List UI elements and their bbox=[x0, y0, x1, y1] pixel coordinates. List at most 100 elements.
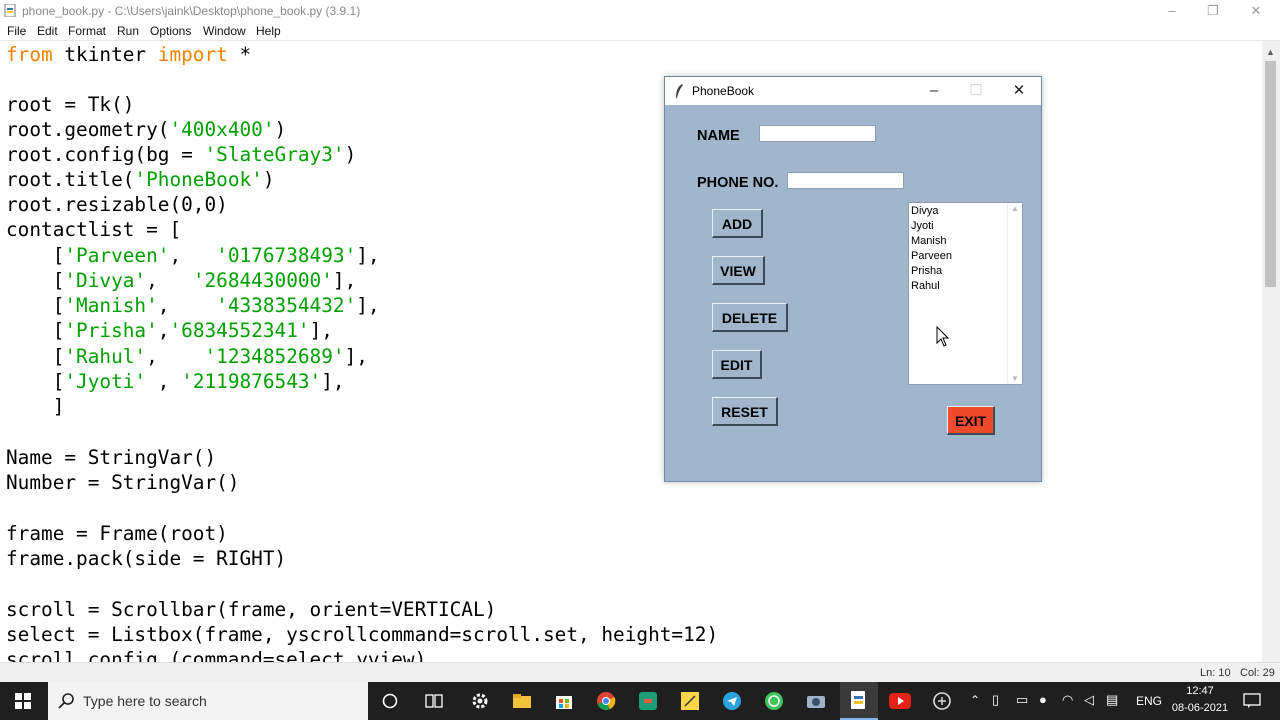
mouse-pointer-icon bbox=[936, 326, 950, 347]
name-input[interactable] bbox=[759, 125, 876, 142]
app-teal-icon bbox=[639, 692, 657, 710]
menu-edit[interactable]: Edit bbox=[37, 24, 58, 38]
phone-input[interactable] bbox=[787, 172, 904, 189]
scrollbar-thumb[interactable] bbox=[1265, 61, 1276, 287]
show-hidden-icons-icon[interactable]: ⌃ bbox=[970, 693, 980, 707]
start-button[interactable] bbox=[0, 682, 46, 720]
cortana-button[interactable] bbox=[372, 682, 408, 720]
list-item[interactable]: Rahul bbox=[911, 280, 940, 292]
list-item[interactable]: Jyoti bbox=[911, 220, 934, 232]
whatsapp-app[interactable] bbox=[756, 682, 792, 720]
search-placeholder: Type here to search bbox=[83, 693, 207, 709]
list-item[interactable]: Parveen bbox=[911, 250, 952, 262]
clock-time[interactable]: 12:47 bbox=[1170, 685, 1230, 697]
menu-bar: File Edit Format Run Options Window Help bbox=[0, 22, 1280, 41]
listbox-scrollbar[interactable]: ▲ ▼ bbox=[1007, 203, 1022, 384]
code-line: Number = StringVar() bbox=[6, 471, 240, 494]
settings-app[interactable] bbox=[462, 682, 498, 720]
idle-app-active[interactable] bbox=[840, 682, 878, 720]
reset-button[interactable]: RESET bbox=[712, 397, 778, 426]
code-line: ['Parveen', '0176738493'], bbox=[6, 244, 380, 267]
telegram-app[interactable] bbox=[714, 682, 750, 720]
code-editor[interactable]: from tkinter import * root = Tk() root.g… bbox=[0, 41, 1262, 662]
store-app[interactable] bbox=[546, 682, 582, 720]
menu-file[interactable]: File bbox=[7, 24, 26, 38]
sticky-notes-icon bbox=[681, 692, 699, 710]
window-title: phone_book.py - C:\Users\jaink\Desktop\p… bbox=[22, 4, 361, 18]
code-line: ['Jyoti' , '2119876543'], bbox=[6, 370, 345, 393]
cortana-icon bbox=[382, 693, 398, 709]
close-button[interactable]: ✕ bbox=[1236, 0, 1276, 22]
notifications-button[interactable] bbox=[1238, 682, 1266, 720]
view-button[interactable]: VIEW bbox=[712, 256, 765, 285]
telegram-icon bbox=[723, 692, 741, 710]
phonebook-close-button[interactable]: ✕ bbox=[1004, 81, 1034, 101]
menu-run[interactable]: Run bbox=[117, 24, 139, 38]
phonebook-minimize-button[interactable]: – bbox=[919, 81, 949, 101]
code-line: Name = StringVar() bbox=[6, 446, 217, 469]
code-line: scroll = Scrollbar(frame, orient=VERTICA… bbox=[6, 598, 497, 621]
code-line: contactlist = [ bbox=[6, 218, 182, 241]
task-view-button[interactable] bbox=[416, 682, 452, 720]
list-item[interactable]: Manish bbox=[911, 235, 946, 247]
usb-icon[interactable]: ▯ bbox=[992, 692, 999, 708]
code-line: root.config(bg = 'SlateGray3') bbox=[6, 143, 357, 166]
phonebook-window: PhoneBook – ☐ ✕ NAME PHONE NO. ADD VIEW … bbox=[664, 76, 1042, 482]
youtube-icon bbox=[889, 693, 911, 709]
taskbar-search[interactable]: Type here to search bbox=[48, 682, 368, 720]
camera-icon bbox=[807, 696, 825, 708]
microphone-icon[interactable]: ● bbox=[1039, 692, 1047, 707]
keyboard-icon[interactable]: ▤ bbox=[1106, 692, 1118, 708]
youtube-app[interactable] bbox=[882, 682, 918, 720]
whatsapp-icon bbox=[765, 692, 783, 710]
scroll-up-arrow-icon[interactable]: ▲ bbox=[1266, 47, 1275, 57]
app-misc-icon bbox=[933, 692, 951, 710]
battery-icon[interactable]: ▭ bbox=[1016, 692, 1028, 708]
windows-taskbar: Type here to search ⌃ ▯ ▭ ● ◠ ◁ ▤ ENG 12… bbox=[0, 682, 1280, 720]
edit-button[interactable]: EDIT bbox=[712, 350, 762, 379]
sticky-notes-app[interactable] bbox=[672, 682, 708, 720]
code-line: ['Divya', '2684430000'], bbox=[6, 269, 357, 292]
code-line: frame = Frame(root) bbox=[6, 522, 228, 545]
phonebook-maximize-button: ☐ bbox=[969, 82, 983, 99]
listbox-scroll-up-icon[interactable]: ▲ bbox=[1011, 204, 1019, 213]
camera-app[interactable] bbox=[798, 682, 834, 720]
menu-help[interactable]: Help bbox=[256, 24, 281, 38]
chrome-app[interactable] bbox=[588, 682, 624, 720]
volume-icon[interactable]: ◁ bbox=[1084, 692, 1094, 708]
app-misc[interactable] bbox=[924, 682, 960, 720]
status-bar: Ln: 10 Col: 29 bbox=[0, 662, 1280, 683]
idle-title-bar[interactable]: phone_book.py - C:\Users\jaink\Desktop\p… bbox=[0, 0, 1280, 22]
name-label: NAME bbox=[697, 128, 740, 144]
list-item[interactable]: Prisha bbox=[911, 265, 942, 277]
menu-format[interactable]: Format bbox=[68, 24, 106, 38]
listbox-scroll-down-icon[interactable]: ▼ bbox=[1011, 374, 1019, 383]
contacts-listbox[interactable]: Divya Jyoti Manish Parveen Prisha Rahul … bbox=[908, 202, 1023, 385]
gear-icon bbox=[472, 693, 488, 709]
code-line: root.title('PhoneBook') bbox=[6, 168, 275, 191]
code-line: root.resizable(0,0) bbox=[6, 193, 228, 216]
exit-button[interactable]: EXIT bbox=[947, 406, 995, 435]
restore-button[interactable]: ❐ bbox=[1193, 0, 1233, 22]
menu-options[interactable]: Options bbox=[150, 24, 191, 38]
file-explorer-app[interactable] bbox=[504, 682, 540, 720]
tk-feather-icon bbox=[676, 84, 683, 98]
list-item[interactable]: Divya bbox=[911, 205, 939, 217]
language-indicator[interactable]: ENG bbox=[1136, 694, 1162, 708]
wifi-icon[interactable]: ◠ bbox=[1062, 692, 1073, 708]
phonebook-title-bar[interactable]: PhoneBook – ☐ ✕ bbox=[665, 77, 1041, 105]
app-teal[interactable] bbox=[630, 682, 666, 720]
python-file-icon bbox=[4, 4, 16, 17]
code-line: ['Manish', '4338354432'], bbox=[6, 294, 380, 317]
delete-button[interactable]: DELETE bbox=[712, 303, 788, 332]
code-line: frame.pack(side = RIGHT) bbox=[6, 547, 287, 570]
add-button[interactable]: ADD bbox=[712, 209, 763, 238]
editor-scrollbar[interactable]: ▲ bbox=[1262, 41, 1280, 662]
minimize-button[interactable]: – bbox=[1152, 0, 1192, 22]
chrome-icon bbox=[597, 692, 616, 710]
menu-window[interactable]: Window bbox=[203, 24, 246, 38]
notification-icon bbox=[1243, 693, 1261, 708]
clock-date[interactable]: 08-06-2021 bbox=[1170, 702, 1230, 714]
code-line: ] bbox=[6, 395, 65, 418]
column-number: Col: 29 bbox=[1240, 667, 1275, 679]
